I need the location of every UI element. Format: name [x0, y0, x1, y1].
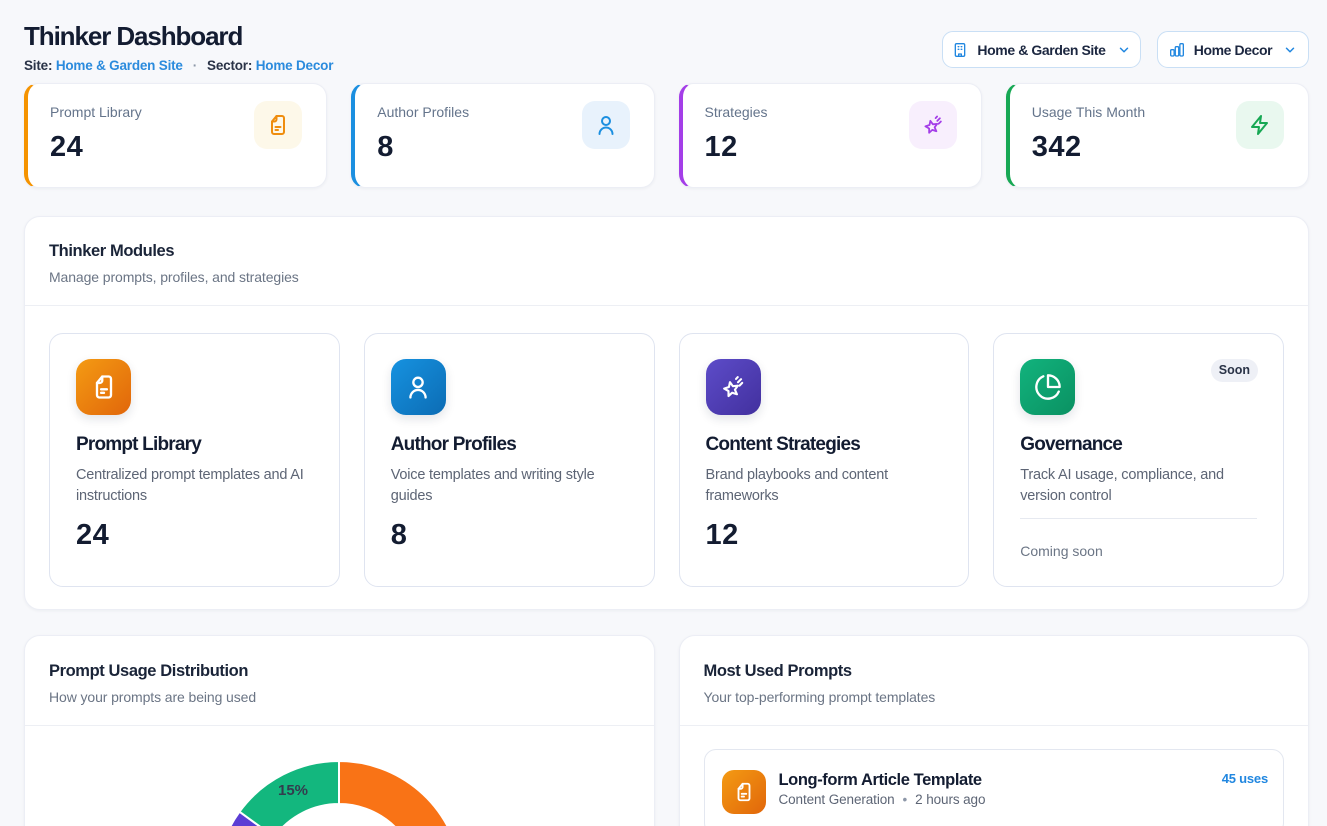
svg-text:15%: 15% — [278, 782, 308, 799]
